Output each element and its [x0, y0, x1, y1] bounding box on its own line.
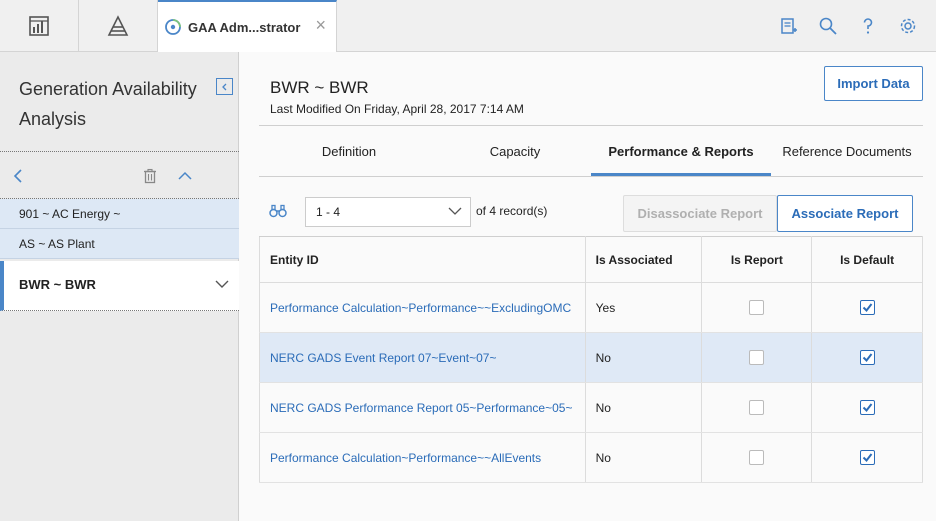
column-header-entity-id[interactable]: Entity ID — [259, 236, 586, 283]
is-default-checkbox[interactable] — [859, 350, 875, 366]
table-row[interactable]: Performance Calculation~Performance~~All… — [259, 432, 923, 483]
tab-bar: Definition Capacity Performance & Report… — [259, 138, 923, 176]
dashboard-icon — [29, 15, 49, 36]
help-icon — [863, 18, 873, 34]
column-header-is-default[interactable]: Is Default — [811, 236, 923, 283]
hierarchy-button[interactable] — [79, 0, 158, 51]
list-item-label: BWR ~ BWR — [19, 277, 96, 292]
tab-reference-documents[interactable]: Reference Documents — [771, 138, 923, 176]
table-row[interactable]: Performance Calculation~Performance~~Exc… — [259, 282, 923, 333]
help-button[interactable] — [856, 14, 880, 38]
column-header-is-associated[interactable]: Is Associated — [584, 236, 703, 283]
gear-icon — [900, 18, 916, 34]
app-title: Generation Availability Analysis — [19, 79, 197, 129]
table-row[interactable]: NERC GADS Performance Report 05~Performa… — [259, 382, 923, 433]
search-button[interactable] — [816, 14, 840, 38]
checkmark-icon — [862, 403, 872, 413]
pager-select[interactable]: 1 - 4 — [305, 197, 471, 227]
entity-link[interactable]: NERC GADS Performance Report 05~Performa… — [270, 401, 572, 415]
reports-table: Entity ID Is Associated Is Report Is Def… — [259, 236, 923, 483]
is-associated-value: No — [584, 332, 703, 383]
notes-icon — [781, 18, 797, 34]
close-icon[interactable]: × — [315, 16, 326, 34]
tab-gaa-administrator[interactable]: GAA Adm...strator × — [158, 0, 337, 52]
divider — [259, 176, 923, 177]
is-default-checkbox[interactable] — [859, 400, 875, 416]
left-panel: Generation Availability Analysis 901 ~ A… — [0, 52, 239, 521]
tab-definition[interactable]: Definition — [259, 138, 439, 176]
checkmark-icon — [862, 353, 872, 363]
binoculars-icon — [269, 204, 287, 218]
page-title: BWR ~ BWR — [270, 78, 369, 97]
collapse-panel-button[interactable] — [216, 78, 233, 95]
list-toolbar — [0, 162, 239, 192]
last-modified-text: Last Modified On Friday, April 28, 2017 … — [270, 102, 524, 116]
pyramid-icon — [107, 14, 129, 36]
associate-report-button[interactable]: Associate Report — [777, 195, 913, 232]
tab-capacity[interactable]: Capacity — [439, 138, 591, 176]
list-item[interactable]: AS ~ AS Plant — [0, 229, 239, 259]
grid-toolbar: 1 - 4 of 4 record(s) Disassociate Report… — [259, 195, 923, 232]
collapse-list-button[interactable] — [177, 168, 193, 187]
table-header-row: Entity ID Is Associated Is Report Is Def… — [259, 236, 923, 283]
dashboard-button[interactable] — [0, 0, 79, 51]
chevron-up-icon — [178, 171, 192, 180]
table-row[interactable]: NERC GADS Event Report 07~Event~07~ No — [259, 332, 923, 383]
chevron-down-icon[interactable] — [215, 279, 229, 289]
import-data-button[interactable]: Import Data — [824, 66, 923, 101]
disassociate-report-button[interactable]: Disassociate Report — [623, 195, 777, 232]
is-report-checkbox[interactable] — [749, 400, 765, 416]
chevron-left-icon — [13, 169, 22, 183]
record-count: of 4 record(s) — [476, 204, 548, 218]
tab-title: GAA Adm...strator — [188, 19, 301, 35]
divider — [259, 125, 923, 126]
list-item[interactable]: 901 ~ AC Energy ~ — [0, 199, 239, 229]
chevron-left-icon — [221, 83, 226, 90]
main-panel: BWR ~ BWR Last Modified On Friday, April… — [240, 52, 936, 521]
list-item-label: 901 ~ AC Energy ~ — [19, 207, 121, 221]
checkmark-icon — [862, 453, 872, 463]
notes-button[interactable] — [776, 14, 800, 38]
is-associated-value: No — [584, 432, 703, 483]
search-icon — [819, 17, 837, 35]
is-associated-value: Yes — [584, 282, 703, 333]
entity-link[interactable]: Performance Calculation~Performance~~Exc… — [270, 301, 571, 315]
column-header-is-report[interactable]: Is Report — [701, 236, 813, 283]
checkmark-icon — [862, 303, 872, 313]
trash-icon — [144, 168, 156, 184]
is-report-checkbox[interactable] — [749, 350, 765, 366]
is-report-checkbox[interactable] — [749, 450, 765, 466]
settings-button[interactable] — [896, 14, 920, 38]
list-item-label: AS ~ AS Plant — [19, 237, 95, 251]
chevron-down-icon — [448, 207, 462, 215]
gaa-app-icon — [165, 19, 181, 35]
entity-link[interactable]: NERC GADS Event Report 07~Event~07~ — [270, 351, 496, 365]
delete-button[interactable] — [142, 168, 158, 187]
divider — [0, 151, 239, 152]
is-default-checkbox[interactable] — [859, 300, 875, 316]
back-button[interactable] — [12, 168, 24, 187]
is-default-checkbox[interactable] — [859, 450, 875, 466]
tab-performance-reports[interactable]: Performance & Reports — [591, 138, 771, 176]
top-bar: GAA Adm...strator × — [0, 0, 936, 52]
is-associated-value: No — [584, 382, 703, 433]
entity-link[interactable]: Performance Calculation~Performance~~All… — [270, 451, 541, 465]
is-report-checkbox[interactable] — [749, 300, 765, 316]
list-item-selected[interactable]: BWR ~ BWR — [0, 261, 239, 311]
find-button[interactable] — [269, 204, 287, 221]
pager-value: 1 - 4 — [316, 205, 341, 219]
